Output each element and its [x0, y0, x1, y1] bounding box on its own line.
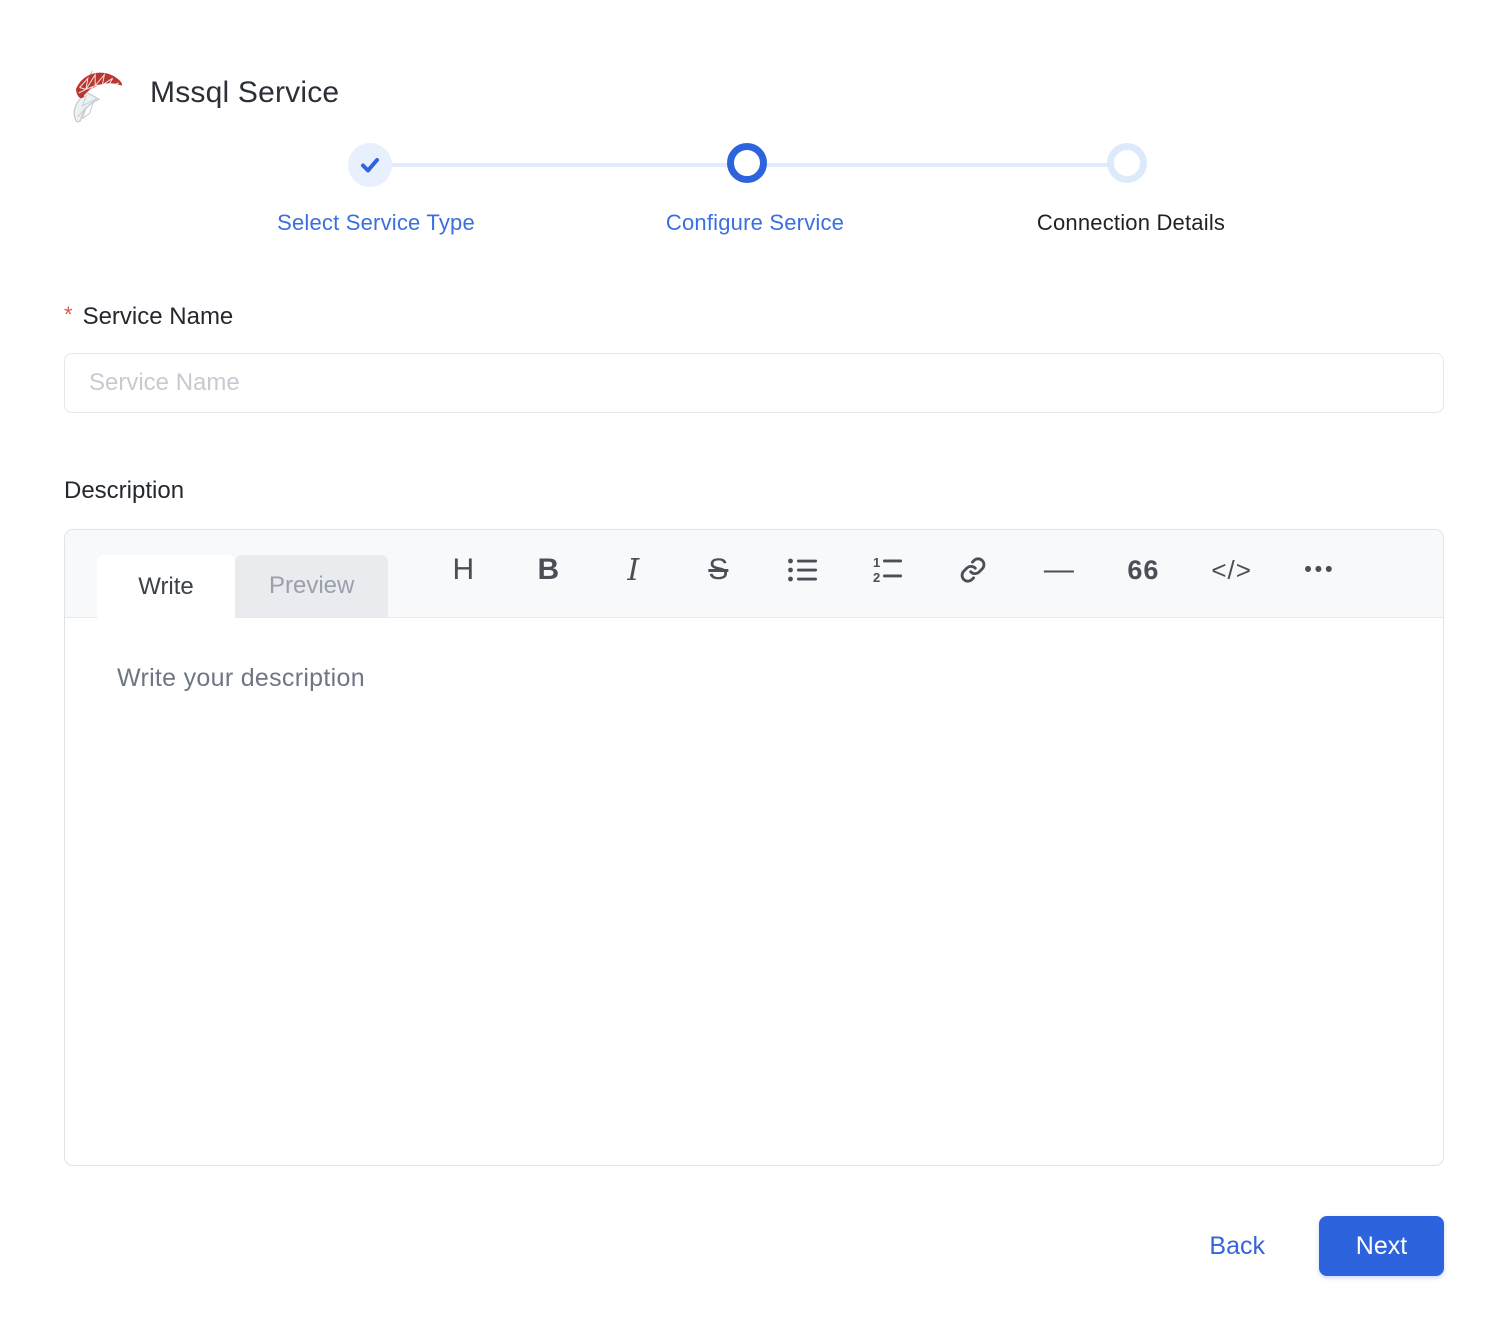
- step-1-completed-circle: [348, 143, 392, 187]
- italic-icon: I: [627, 552, 640, 588]
- strikethrough-button[interactable]: S: [701, 548, 735, 592]
- description-label: Description: [64, 477, 185, 504]
- page-title: Mssql Service: [150, 76, 340, 109]
- code-button[interactable]: </>: [1211, 548, 1252, 592]
- step-1-indicator[interactable]: [348, 143, 392, 187]
- ellipsis-icon: •••: [1304, 558, 1336, 581]
- editor-toolbar: Write Preview H B I S 1 2 — 66 </> •••: [65, 530, 1443, 619]
- wizard-footer: Back Next: [64, 1216, 1444, 1276]
- code-icon: </>: [1211, 554, 1252, 585]
- step-2-label[interactable]: Configure Service: [595, 210, 915, 236]
- heading-button[interactable]: H: [446, 548, 480, 592]
- next-button[interactable]: Next: [1319, 1216, 1444, 1276]
- link-icon: [961, 557, 986, 583]
- heading-icon: H: [452, 553, 475, 586]
- more-options-button[interactable]: •••: [1303, 548, 1337, 592]
- service-name-input[interactable]: [64, 353, 1444, 413]
- italic-button[interactable]: I: [616, 548, 650, 592]
- tab-write[interactable]: Write: [97, 555, 235, 619]
- configure-service-page: Mssql Service Select Service Type Config…: [0, 0, 1508, 1330]
- description-editor-textarea[interactable]: Write your description: [65, 618, 1443, 1165]
- step-3-pending-circle: [1107, 143, 1147, 183]
- svg-text:2: 2: [873, 570, 880, 585]
- link-button[interactable]: [956, 548, 990, 592]
- description-markdown-editor: Write Preview H B I S 1 2 — 66 </> ••• W…: [64, 529, 1444, 1166]
- ordered-list-icon: 1 2: [873, 555, 903, 585]
- back-button[interactable]: Back: [1203, 1222, 1271, 1271]
- horizontal-rule-button[interactable]: —: [1041, 548, 1075, 592]
- tab-preview[interactable]: Preview: [235, 555, 389, 617]
- svg-text:1: 1: [873, 555, 880, 570]
- unordered-list-button[interactable]: [786, 548, 820, 592]
- wizard-stepper: Select Service Type Configure Service Co…: [0, 132, 1508, 248]
- quote-button[interactable]: 66: [1126, 548, 1160, 592]
- quote-icon: 66: [1127, 554, 1160, 585]
- bold-button[interactable]: B: [531, 548, 565, 592]
- service-name-label: * Service Name: [64, 302, 1444, 331]
- page-header: Mssql Service: [0, 0, 1508, 126]
- bold-icon: B: [537, 553, 560, 586]
- editor-toolbar-icons: H B I S 1 2 — 66 </> •••: [446, 530, 1337, 617]
- unordered-list-icon: [788, 558, 818, 582]
- check-icon: [361, 158, 379, 173]
- step-2-active-circle: [727, 143, 767, 183]
- step-1-label[interactable]: Select Service Type: [216, 210, 536, 236]
- description-placeholder: Write your description: [117, 664, 365, 692]
- step-3-label[interactable]: Connection Details: [971, 210, 1291, 236]
- ordered-list-button[interactable]: 1 2: [871, 548, 905, 592]
- required-asterisk: *: [64, 302, 73, 327]
- horizontal-rule-icon: —: [1043, 553, 1074, 586]
- strikethrough-icon: S: [708, 553, 729, 586]
- step-3-indicator[interactable]: [1107, 143, 1147, 183]
- mssql-logo-icon: [73, 70, 122, 123]
- editor-tabs: Write Preview: [97, 555, 389, 619]
- step-2-indicator[interactable]: [727, 143, 767, 183]
- service-name-label-text: Service Name: [82, 303, 234, 330]
